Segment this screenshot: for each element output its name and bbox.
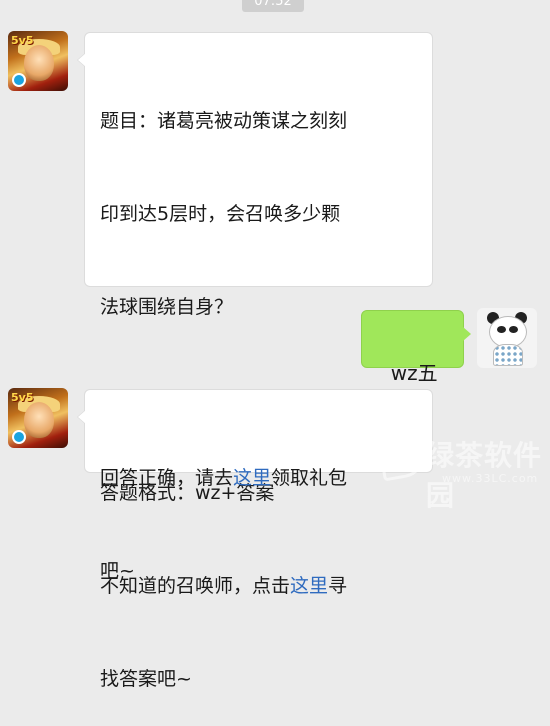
watermark-leaf-icon [376, 430, 428, 482]
reply-text-post: 领取礼包 [271, 467, 348, 489]
question-message-bubble[interactable]: 题目：诸葛亮被动策谋之刻刻 印到达5层时，会召唤多少颗 法球围绕自身？ 答题格式… [77, 32, 433, 690]
reply-line-2: 吧~ [100, 560, 135, 582]
game-avatar-icon[interactable]: 5v5 [8, 388, 68, 448]
panda-eye-left [497, 326, 506, 333]
hint-line-2: 找答案吧~ [100, 668, 192, 690]
question-line-1: 题目：诸葛亮被动策谋之刻刻 [100, 110, 348, 132]
answer-message-bubble[interactable]: wz五颗 [361, 310, 471, 419]
question-line-2: 印到达5层时，会召唤多少颗 [100, 203, 341, 225]
message-timestamp: 07:52 [242, 0, 304, 12]
avatar-face [24, 402, 54, 438]
avatar-logo: 5v5 [11, 34, 34, 47]
watermark: 绿茶软件园 www.33LC.com [376, 430, 550, 512]
reply-text-pre: 回答正确，请去 [100, 467, 234, 489]
avatar-logo: 5v5 [11, 391, 34, 404]
reply-line-1: 回答正确，请去这里领取礼包 [100, 463, 418, 494]
panda-body [493, 344, 523, 366]
panda-eye-right [509, 326, 518, 333]
game-avatar-icon[interactable]: 5v5 [8, 31, 68, 91]
reply-link[interactable]: 这里 [233, 467, 271, 489]
avatar-badge-icon [12, 430, 26, 444]
avatar-badge-icon [12, 73, 26, 87]
watermark-url: www.33LC.com [442, 472, 539, 485]
panda-avatar-icon[interactable] [477, 308, 537, 368]
avatar-face [24, 45, 54, 81]
